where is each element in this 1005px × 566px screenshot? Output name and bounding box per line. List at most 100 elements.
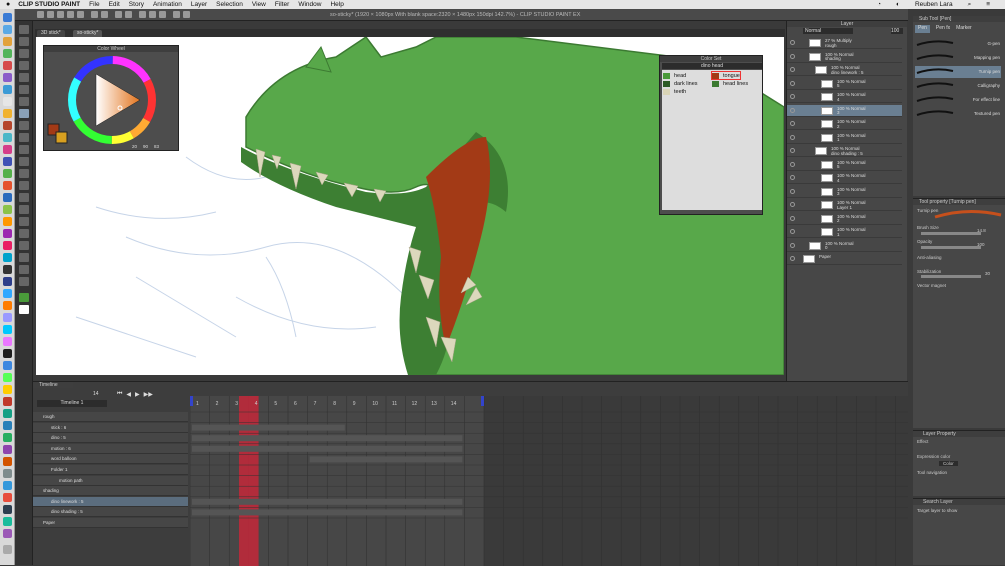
color-item-tongue[interactable]: tongue [711, 71, 741, 80]
app-icon[interactable] [3, 157, 12, 166]
layer-item[interactable]: 100 % Normal dino linework : 5 [787, 64, 902, 76]
tab-pen[interactable]: Pen [915, 25, 930, 33]
brush-icon[interactable] [19, 133, 29, 142]
app-icon[interactable] [3, 325, 12, 334]
cel-bar[interactable] [192, 435, 463, 442]
timeline-track[interactable]: dino shading : 5 [33, 507, 188, 518]
layer-item[interactable]: 100 % Normal 5 [787, 78, 902, 90]
visibility-eye-icon[interactable] [790, 134, 795, 140]
brush-item[interactable]: Textured pen [915, 108, 1001, 120]
tab-pen-fx[interactable]: Pen fx [936, 25, 950, 33]
eraser-icon[interactable] [19, 169, 29, 178]
timeline-frames[interactable]: 1 2 3 4 5 6 7 8 9 10 11 12 13 14 [190, 396, 908, 566]
main-color-swatch[interactable] [19, 293, 29, 302]
visibility-eye-icon[interactable] [790, 215, 795, 221]
move-icon[interactable] [19, 37, 29, 46]
color-item-head-lines[interactable]: head lines [712, 80, 748, 87]
app-icon[interactable] [3, 109, 12, 118]
visibility-eye-icon[interactable] [790, 229, 795, 234]
app-icon[interactable] [3, 97, 12, 106]
visibility-eye-icon[interactable] [790, 40, 795, 45]
search-icon[interactable]: ⌕ [968, 1, 972, 9]
app-icon[interactable] [3, 517, 12, 526]
undo-icon[interactable] [67, 11, 74, 18]
visibility-eye-icon[interactable] [790, 202, 795, 207]
app-icon[interactable] [3, 481, 12, 490]
menu-file[interactable]: File [89, 1, 99, 8]
color-set-dropdown[interactable]: dino head [662, 63, 762, 69]
opacity-field[interactable]: 100 [891, 28, 903, 34]
app-icon[interactable] [3, 289, 12, 298]
menu-view[interactable]: View [252, 1, 266, 8]
opacity-slider[interactable] [921, 246, 981, 249]
layer-item[interactable]: 100 % Normal 2 [787, 118, 902, 130]
app-icon[interactable] [3, 421, 12, 430]
layer-item[interactable]: 100 % Normal 4 [787, 91, 902, 103]
blend-mode-select[interactable]: Normal [803, 28, 853, 34]
layer-item[interactable]: 100 % Normal 4 [787, 172, 902, 184]
saturation-value[interactable]: 90 [143, 144, 148, 149]
figure-icon[interactable] [19, 217, 29, 226]
app-menu[interactable]: CLIP STUDIO PAINT [18, 1, 80, 8]
layer-item[interactable]: 27 % Multiply rough [787, 37, 902, 49]
app-icon[interactable] [3, 433, 12, 442]
menu-selection[interactable]: Selection [216, 1, 243, 8]
app-icon[interactable] [3, 205, 12, 214]
visibility-eye-icon[interactable] [790, 242, 795, 248]
app-icon[interactable] [3, 265, 12, 274]
timeline-track[interactable]: motion path [33, 475, 188, 486]
layer-item[interactable]: 100 % Normal 0 [787, 240, 902, 252]
opacity-value[interactable]: 100 [977, 242, 985, 247]
layer-item[interactable]: Paper [787, 253, 902, 265]
info-icon[interactable] [173, 11, 180, 18]
apple-icon[interactable]: ● [6, 1, 10, 8]
brush-item[interactable]: G-pen [915, 38, 1001, 50]
blend-icon[interactable] [19, 181, 29, 190]
menu-edit[interactable]: Edit [109, 1, 120, 8]
next-frame-icon[interactable]: ▶▶ [144, 391, 153, 398]
color-wheel[interactable] [44, 52, 180, 148]
app-icon[interactable] [3, 121, 12, 130]
text-icon[interactable] [19, 253, 29, 262]
visibility-eye-icon[interactable] [790, 94, 795, 99]
zoom-icon[interactable] [19, 25, 29, 34]
stabilization-value[interactable]: 30 [985, 271, 990, 276]
visibility-eye-icon[interactable] [790, 67, 795, 72]
menu-help[interactable]: Help [330, 1, 343, 8]
move-layer-icon[interactable] [19, 61, 29, 70]
color-item-head[interactable]: head [663, 72, 686, 79]
timeline-track[interactable]: word balloon [33, 454, 188, 465]
app-icon[interactable] [3, 217, 12, 226]
settings-icon[interactable] [183, 11, 190, 18]
new-icon[interactable] [37, 11, 44, 18]
menu-layer[interactable]: Layer [191, 1, 207, 8]
gradient-icon[interactable] [19, 205, 29, 214]
visibility-eye-icon[interactable] [790, 175, 795, 180]
app-icon[interactable] [3, 313, 12, 322]
timeline-track[interactable]: Paper [33, 518, 188, 528]
color-item-dark-lines[interactable]: dark lines [663, 80, 698, 87]
app-icon[interactable] [3, 445, 12, 454]
brush-size-value[interactable]: 14.8 [977, 228, 986, 233]
layer-item[interactable]: 100 % Normal 2 [787, 213, 902, 225]
visibility-eye-icon[interactable] [790, 107, 795, 113]
first-frame-icon[interactable]: ⏮ [117, 391, 122, 397]
timeline-track[interactable]: dino linework : 5 [33, 496, 188, 507]
timeline-select[interactable]: Timeline 1 [37, 400, 107, 407]
app-icon[interactable] [3, 49, 12, 58]
operation-icon[interactable] [19, 49, 29, 58]
prev-frame-icon[interactable]: ◀ [126, 391, 131, 398]
snap-icon[interactable] [139, 11, 146, 18]
color-item-teeth[interactable]: teeth [663, 88, 686, 95]
cel-bar[interactable] [192, 445, 463, 452]
correct-line-icon[interactable] [19, 277, 29, 286]
app-icon[interactable] [3, 385, 12, 394]
app-icon[interactable] [3, 469, 12, 478]
visibility-eye-icon[interactable] [790, 188, 795, 194]
visibility-eye-icon[interactable] [790, 161, 795, 167]
app-icon[interactable] [3, 337, 12, 346]
app-icon[interactable] [3, 169, 12, 178]
timeline-track[interactable]: rough [33, 412, 188, 422]
airbrush-icon[interactable] [19, 145, 29, 154]
layer-item[interactable]: 100 % Normal 3 [787, 186, 902, 198]
